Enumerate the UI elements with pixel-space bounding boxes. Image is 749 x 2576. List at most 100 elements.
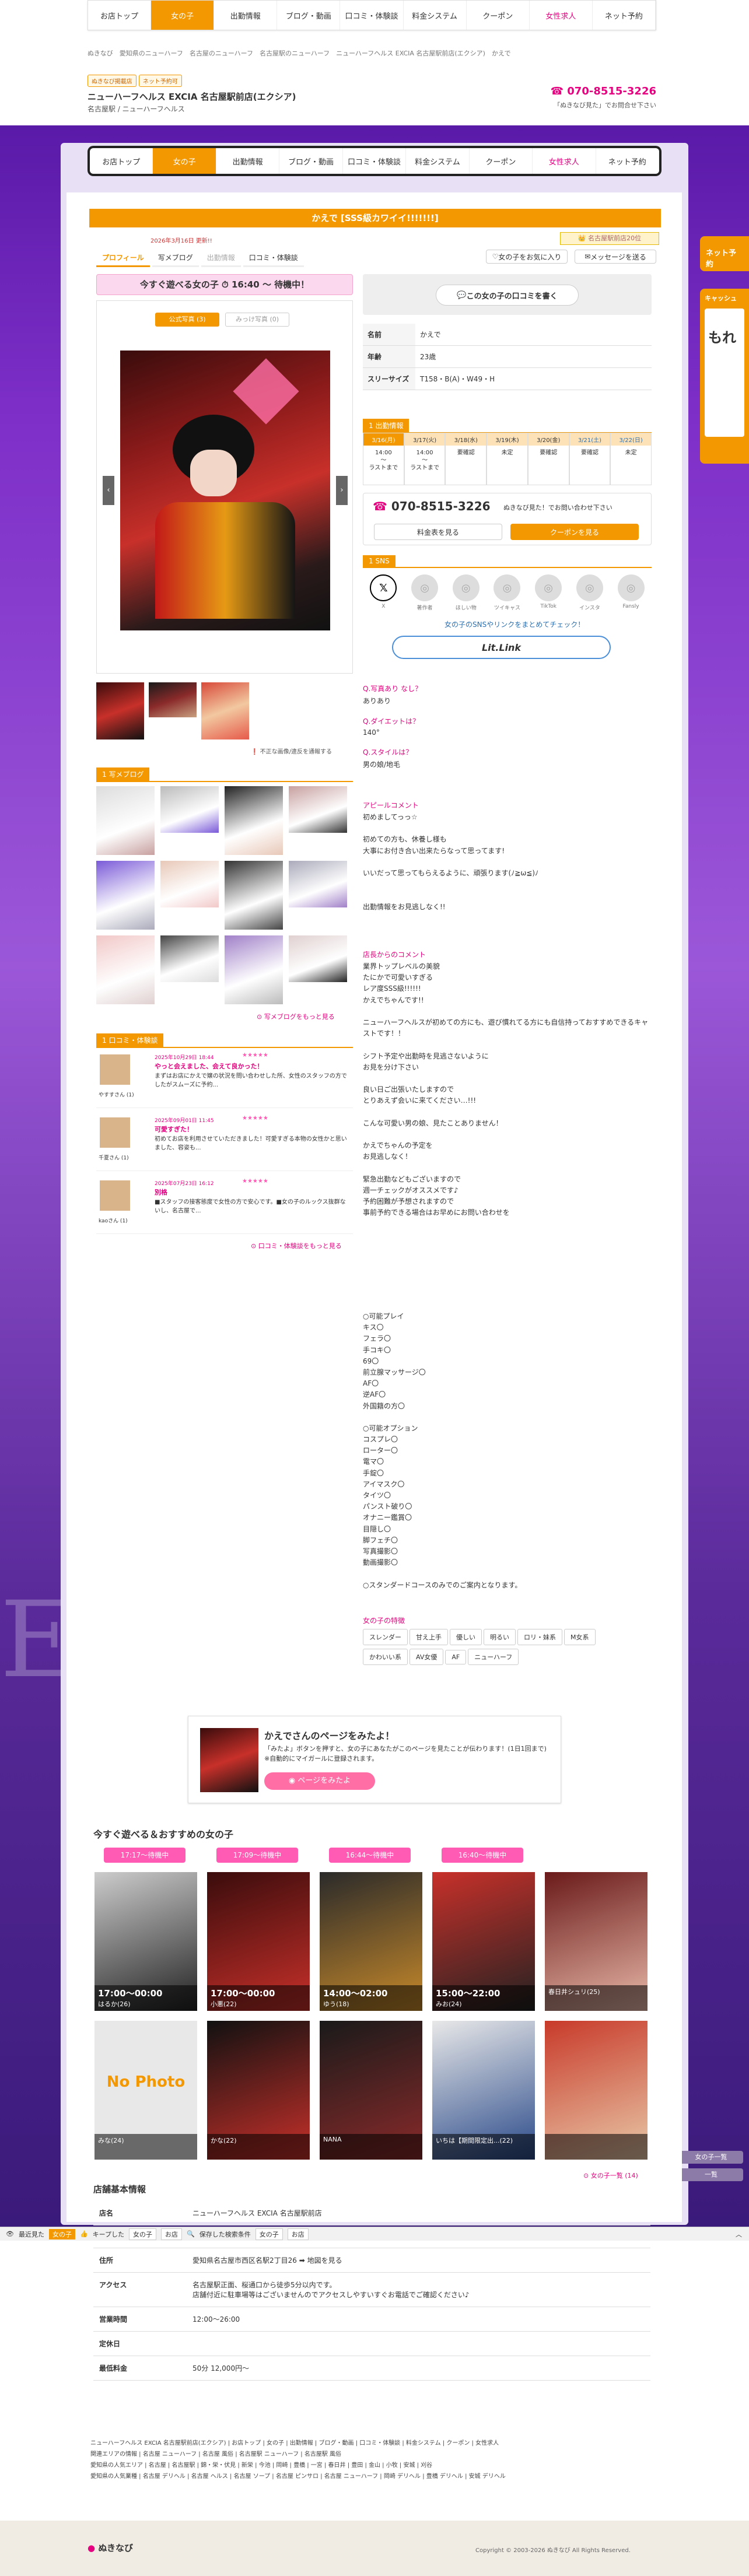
tel-number[interactable]: ☎ 070-8515-3226 [373,499,491,513]
feature-chip[interactable]: 明るい [484,1629,516,1645]
coupon-button[interactable]: クーポンを見る [510,524,639,540]
nav-schedule[interactable]: 出勤情報 [214,1,278,30]
girl-card[interactable]: 17:00〜00:00 はるか(26) [94,1872,197,2011]
girl-card[interactable]: 15:00〜22:00 みお(24) [432,1872,535,2011]
feature-chip[interactable]: ニューハーフ [468,1649,519,1665]
feature-chip[interactable]: AV女優 [410,1649,444,1665]
favorite-button[interactable]: ♡ 女の子をお気に入り [486,250,568,264]
saved-shops-tab[interactable]: お店 [287,2228,309,2240]
kept-shops-tab[interactable]: お店 [161,2228,183,2240]
nav-reviews[interactable]: 口コミ・体験談 [340,1,404,30]
feature-chip[interactable]: AF [445,1650,467,1664]
girl-card[interactable]: NANA [320,2021,422,2160]
feature-chip[interactable]: 優しい [450,1629,482,1645]
nav-price[interactable]: 料金システム [404,1,467,30]
blog-thumb[interactable] [289,786,347,833]
available-now-banner[interactable]: 今すぐ遊べる女の子 ⏱ 16:40 〜 待機中！ [96,274,353,295]
footer-genre-links[interactable]: 愛知県の人気業種 | 名古屋 デリヘル | 名古屋 ヘルス | 名古屋 ソープ … [90,2471,662,2482]
girl-list-more-link[interactable]: ⊙ 女の子一覧 (14) [583,2171,638,2180]
main-photo[interactable] [120,351,330,630]
nav-shop-top[interactable]: お店トップ [88,1,152,30]
photo-thumb-2[interactable] [149,682,197,717]
blog-thumb[interactable] [225,861,283,930]
nav2-coupon[interactable]: クーポン [470,148,533,174]
message-button[interactable]: ✉ メッセージを送る [575,250,656,264]
review-item[interactable]: やすすさん (1) 2025年10月29日 18:44 ★★★★★ やっと会えました、… [96,1050,353,1108]
sns-item[interactable]: ◎ ツイキャス [494,574,521,616]
nav2-girls[interactable]: 女の子 [153,148,216,174]
side-girl-list-button[interactable]: 女の子一覧 [679,2151,743,2164]
footer-area-links[interactable]: 関連エリアの情報 | 名古屋 ニューハーフ | 名古屋 風俗 | 名古屋駅 ニュ… [90,2449,662,2460]
nav-girls[interactable]: 女の子 [151,1,215,30]
blog-thumb[interactable] [225,935,283,1004]
side-list-button[interactable]: 一覧 [679,2168,743,2181]
girl-card[interactable]: かな(22) [207,2021,310,2160]
review-item[interactable]: kaoさん (1) 2025年07月23日 16:12 ★★★★★ 別格 ■スタッフの接… [96,1176,353,1234]
nav2-blog[interactable]: ブログ・動画 [279,148,343,174]
nav-blog[interactable]: ブログ・動画 [277,1,341,30]
shop-tel[interactable]: ☎ 070-8515-3226 [551,85,656,97]
litlink-button[interactable]: Lit.Link [392,636,611,659]
blog-thumb[interactable] [96,861,155,930]
footer-logo[interactable]: ● ぬきなび [88,2542,133,2554]
side-net-reserve-button[interactable]: ネット予約 [700,236,749,271]
feature-chip[interactable]: かわいい系 [363,1649,408,1665]
tab-blog[interactable]: 写メブログ [152,250,199,267]
nav2-reviews[interactable]: 口コミ・体験談 [343,148,407,174]
nav-recruit[interactable]: 女性求人 [530,1,593,30]
girl-card[interactable]: いちは【期間限定出...(22) [432,2021,535,2160]
tab-profile[interactable]: プロフィール [96,250,150,267]
girl-card[interactable]: 春日井シュリ(25) [545,1872,648,2011]
blog-thumb[interactable] [225,786,283,855]
girl-card[interactable] [545,2021,648,2160]
reviews-more-link[interactable]: ⊙ 口コミ・体験談をもっと見る [251,1241,342,1250]
blog-thumb[interactable] [160,786,219,833]
blog-more-link[interactable]: ⊙ 写メブログをもっと見る [257,1012,335,1021]
photo-thumb-3[interactable] [201,682,249,739]
mitayo-button[interactable]: ◉ ページをみたよ [264,1772,375,1790]
sns-item[interactable]: ◎ インスタ [576,574,603,616]
blog-thumb[interactable] [289,861,347,907]
footer-popular-area-links[interactable]: 愛知県の人気エリア | 名古屋 | 名古屋駅 | 錦・栄・伏見 | 新栄 | 今… [90,2460,662,2471]
official-photo-tab[interactable]: 公式写真 (3) [155,313,219,327]
nav2-schedule[interactable]: 出勤情報 [216,148,280,174]
review-item[interactable]: 千夏さん (1) 2025年09月01日 11:45 ★★★★★ 可愛すぎた！ 初めてお… [96,1113,353,1171]
sns-item[interactable]: 𝕏X [370,574,397,616]
feature-chip[interactable]: 甘え上手 [410,1629,448,1645]
breadcrumb[interactable]: ぬきなび 愛知県のニューハーフ 名古屋のニューハーフ 名古屋駅のニューハーフ ニ… [88,48,511,58]
nav2-price[interactable]: 料金システム [406,148,470,174]
blog-thumb[interactable] [289,935,347,982]
chevron-up-icon[interactable]: ︿ [736,2230,742,2239]
photo-prev-arrow-icon[interactable]: ‹ [103,476,114,505]
sns-item[interactable]: ◎ TikTok [535,574,562,616]
nav2-shop-top[interactable]: お店トップ [90,148,153,174]
nav2-recruit[interactable]: 女性求人 [533,148,596,174]
blog-thumb[interactable] [160,935,219,982]
sns-item[interactable]: ◎ Fansly [617,574,645,616]
report-image-link[interactable]: ❗ 不正な画像/違反を通報する [251,746,332,755]
recent-girls-tab[interactable]: 女の子 [48,2228,75,2239]
girl-card[interactable]: 14:00〜02:00 ゆう(18) [320,1872,422,2011]
write-review-button[interactable]: 💬 この女の子の口コミを書く [436,285,579,306]
feature-chip[interactable]: ロリ・妹系 [517,1629,562,1645]
mikke-photo-tab[interactable]: みっけ写真 (0) [225,313,289,327]
tab-reviews[interactable]: 口コミ・体験談 [243,250,304,267]
nav-reserve[interactable]: ネット予約 [593,1,656,30]
sns-item[interactable]: ◎ ほしい物 [452,574,480,616]
footer-shop-links[interactable]: ニューハーフヘルス EXCIA 名古屋駅前店(エクシア) | お店トップ | 女… [90,2438,662,2449]
photo-next-arrow-icon[interactable]: › [336,476,348,505]
nav-coupon[interactable]: クーポン [467,1,530,30]
nav2-reserve[interactable]: ネット予約 [596,148,659,174]
kept-girls-tab[interactable]: 女の子 [129,2228,157,2240]
price-button[interactable]: 料金表を見る [374,524,502,540]
feature-chip[interactable]: M女系 [564,1629,596,1645]
side-cashback-banner[interactable]: キャッシュ もれ [700,289,749,464]
footer-links[interactable]: ニューハーフヘルス EXCIA 名古屋駅前店(エクシア) | お店トップ | 女… [90,2438,662,2482]
feature-chip[interactable]: スレンダー [363,1629,408,1645]
blog-thumb[interactable] [96,935,155,1004]
blog-thumb[interactable] [160,861,219,907]
girl-card[interactable]: 17:00〜00:00 小悪(22) [207,1872,310,2011]
photo-thumb-1[interactable] [96,682,144,739]
sns-item[interactable]: ◎ 著作者 [411,574,439,616]
girl-card[interactable]: No Photo みな(24) [94,2021,197,2160]
